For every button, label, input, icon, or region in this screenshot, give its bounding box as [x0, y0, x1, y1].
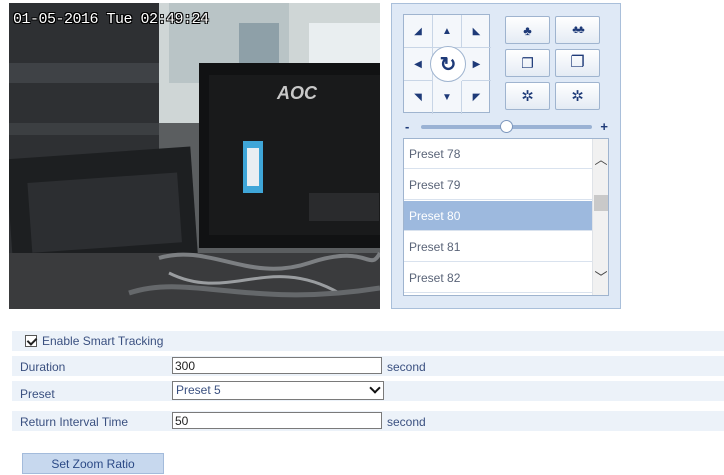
preset-row: Preset Preset 5 [12, 381, 724, 401]
preset-item[interactable]: Preset 78 [404, 139, 593, 169]
ptz-speed-slider[interactable]: - + [403, 119, 610, 134]
iris-open-icon: ✲ [521, 87, 534, 105]
preset-scrollbar[interactable]: ︿ ﹀ [592, 139, 608, 295]
enable-smart-tracking-row: Enable Smart Tracking [12, 331, 724, 351]
direction-pad: ◢ ▲ ◣ ◀ ▶ ◥ ▼ ◤ ↻ [403, 14, 491, 114]
live-view[interactable]: AOC 01-05-2016 Tue 02:49:24 [9, 3, 380, 309]
pan-right-button[interactable]: ▶ [462, 48, 491, 81]
pan-up-left-button[interactable]: ◢ [404, 15, 433, 48]
set-zoom-ratio-button[interactable]: Set Zoom Ratio [22, 453, 164, 474]
arrow-up-right-icon: ◥ [414, 92, 422, 103]
iris-close-icon: ✲ [571, 87, 584, 105]
tree-small-icon: ♣ [523, 22, 532, 38]
pan-up-right-button[interactable]: ◣ [462, 15, 491, 48]
duration-input[interactable] [172, 357, 382, 374]
auto-pan-button[interactable]: ↻ [430, 46, 466, 82]
preset-item-selected[interactable]: Preset 80 [404, 201, 593, 231]
pan-left-button[interactable]: ◀ [404, 48, 433, 81]
speed-slider-handle[interactable] [500, 120, 513, 133]
arrow-up-icon: ▲ [442, 25, 452, 37]
monitor-logo: AOC [276, 83, 318, 103]
preset-select-value: Preset 5 [176, 383, 221, 397]
arrow-right-icon: ▶ [472, 58, 481, 70]
pan-down-right-button[interactable]: ◤ [462, 81, 491, 114]
pan-down-left-button[interactable]: ◥ [404, 81, 433, 114]
duration-unit: second [387, 360, 426, 374]
pan-down-button[interactable]: ▼ [433, 81, 462, 114]
iris-open-button[interactable]: ✲ [505, 82, 550, 110]
ptz-control-panel: ◢ ▲ ◣ ◀ ▶ ◥ ▼ ◤ ↻ ♣ ♣♣ ❐ ❐ ✲ ✲ - + Prese… [391, 3, 621, 309]
return-interval-row: Return Interval Time second [12, 411, 724, 431]
square-small-icon: ❐ [521, 55, 534, 71]
enable-smart-tracking-checkbox[interactable] [25, 335, 37, 347]
preset-select[interactable]: Preset 5 [172, 381, 384, 400]
zoom-out-button[interactable]: ♣♣ [555, 16, 600, 44]
arrow-up-left-icon: ◤ [472, 92, 481, 103]
preset-label: Preset [20, 387, 55, 401]
speed-plus-icon: + [600, 119, 608, 134]
camera-scene: AOC [9, 3, 380, 309]
pan-up-button[interactable]: ▲ [433, 15, 462, 48]
return-interval-label: Return Interval Time [20, 415, 129, 429]
osd-timestamp: 01-05-2016 Tue 02:49:24 [13, 11, 209, 28]
scrollbar-thumb[interactable] [594, 195, 608, 211]
arrow-down-left-icon: ◣ [472, 25, 481, 37]
tree-group-icon: ♣♣ [572, 23, 585, 36]
preset-item[interactable]: Preset 81 [404, 232, 593, 262]
rotate-icon: ↻ [439, 53, 457, 76]
focus-far-button[interactable]: ❐ [555, 49, 600, 77]
iris-close-button[interactable]: ✲ [555, 82, 600, 110]
return-interval-unit: second [387, 415, 426, 429]
focus-near-button[interactable]: ❐ [505, 49, 550, 77]
square-large-icon: ❐ [570, 54, 585, 71]
return-interval-input[interactable] [172, 412, 382, 429]
preset-item[interactable]: Preset 82 [404, 263, 593, 293]
speed-minus-icon: - [405, 119, 410, 134]
duration-label: Duration [20, 360, 66, 374]
enable-smart-tracking-label: Enable Smart Tracking [42, 334, 164, 348]
arrow-down-icon: ▼ [442, 92, 452, 103]
arrow-left-icon: ◀ [414, 58, 422, 70]
chevron-up-icon[interactable]: ︿ [593, 149, 608, 168]
arrow-down-right-icon: ◢ [414, 25, 422, 37]
chevron-down-icon[interactable]: ﹀ [593, 267, 608, 286]
duration-row: Duration second [12, 356, 724, 376]
zoom-in-button[interactable]: ♣ [505, 16, 550, 44]
preset-item[interactable]: Preset 79 [404, 170, 593, 200]
chevron-down-icon [369, 382, 381, 394]
preset-list[interactable]: Preset 78 Preset 79 Preset 80 Preset 81 … [403, 138, 609, 296]
